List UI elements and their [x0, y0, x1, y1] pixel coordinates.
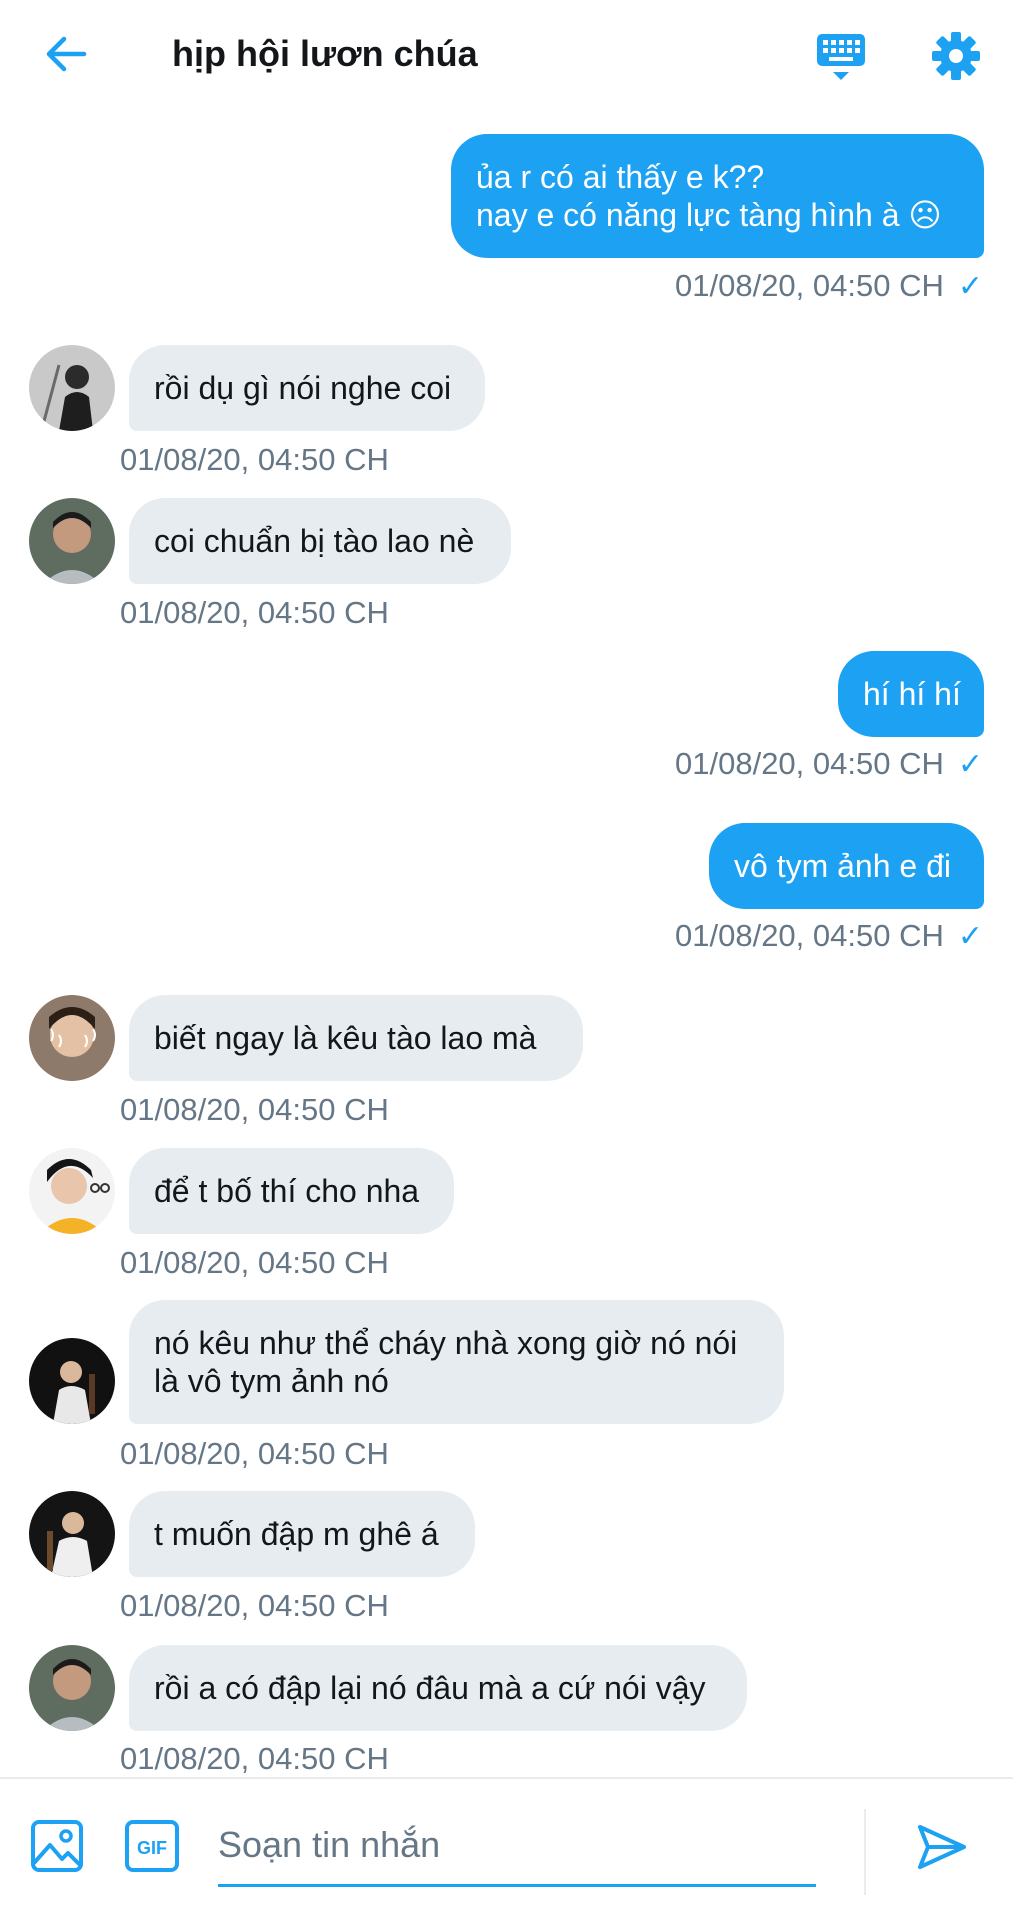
avatar-photo: [29, 498, 115, 584]
avatar[interactable]: [29, 1148, 115, 1234]
message-timestamp: 01/08/20, 04:50 CH ✓: [675, 918, 983, 953]
add-image-button[interactable]: [30, 1819, 84, 1873]
composer-divider: [864, 1809, 866, 1895]
avatar[interactable]: [29, 498, 115, 584]
outgoing-message-bubble[interactable]: ủa r có ai thấy e k?? nay e có năng lực …: [451, 134, 984, 258]
sent-check-icon: ✓: [957, 920, 983, 953]
message-text: ủa r có ai thấy e k?? nay e có năng lực …: [476, 159, 942, 233]
message-text: rồi a có đập lại nó đâu mà a cứ nói vậy: [154, 1670, 706, 1706]
dm-conversation-screen: hịp hội lươn chúa ủa r có ai thấy e k?? …: [0, 0, 1013, 1920]
sent-check-icon: ✓: [957, 270, 983, 303]
incoming-message-bubble[interactable]: t muốn đập m ghê á: [129, 1491, 475, 1577]
avatar[interactable]: [29, 1338, 115, 1424]
conversation-header: hịp hội lươn chúa: [0, 0, 1013, 110]
message-text: nó kêu như thể cháy nhà xong giờ nó nói …: [154, 1325, 738, 1399]
incoming-message-bubble[interactable]: coi chuẩn bị tào lao nè: [129, 498, 511, 584]
incoming-message-bubble[interactable]: nó kêu như thể cháy nhà xong giờ nó nói …: [129, 1300, 784, 1424]
message-input[interactable]: [218, 1805, 816, 1887]
image-icon: [31, 1820, 83, 1872]
send-icon: [918, 1825, 966, 1869]
avatar-photo: [29, 1491, 115, 1577]
sent-check-icon: ✓: [957, 748, 983, 781]
keyboard-toggle-button[interactable]: [812, 28, 870, 86]
avatar[interactable]: [29, 1491, 115, 1577]
message-text: coi chuẩn bị tào lao nè: [154, 523, 475, 559]
avatar-photo: [29, 995, 115, 1081]
incoming-message-bubble[interactable]: rồi a có đập lại nó đâu mà a cứ nói vậy: [129, 1645, 747, 1731]
conversation-title: hịp hội lươn chúa: [172, 33, 478, 74]
message-text: để t bố thí cho nha: [154, 1173, 420, 1209]
back-button[interactable]: [40, 28, 92, 80]
settings-button[interactable]: [928, 28, 984, 84]
outgoing-message-bubble[interactable]: hí hí hí: [838, 651, 984, 737]
keyboard-icon: [817, 34, 865, 80]
incoming-message-bubble[interactable]: để t bố thí cho nha: [129, 1148, 454, 1234]
message-timestamp: 01/08/20, 04:50 CH: [120, 1741, 389, 1776]
message-timestamp: 01/08/20, 04:50 CH: [120, 1245, 389, 1280]
avatar[interactable]: [29, 995, 115, 1081]
message-timestamp: 01/08/20, 04:50 CH: [120, 1092, 389, 1127]
avatar[interactable]: [29, 1645, 115, 1731]
incoming-message-bubble[interactable]: rồi dụ gì nói nghe coi: [129, 345, 485, 431]
message-timestamp: 01/08/20, 04:50 CH ✓: [675, 268, 983, 303]
avatar[interactable]: [29, 345, 115, 431]
gif-label: GIF: [137, 1838, 167, 1858]
message-timestamp: 01/08/20, 04:50 CH: [120, 1588, 389, 1623]
message-timestamp: 01/08/20, 04:50 CH: [120, 595, 389, 630]
message-timestamp: 01/08/20, 04:50 CH ✓: [675, 746, 983, 781]
gear-icon: [932, 32, 980, 80]
arrow-left-icon: [46, 36, 87, 72]
avatar-photo: [29, 1645, 115, 1731]
message-text: t muốn đập m ghê á: [154, 1516, 439, 1552]
message-text: biết ngay là kêu tào lao mà: [154, 1020, 537, 1056]
message-timestamp: 01/08/20, 04:50 CH: [120, 1436, 389, 1471]
add-gif-button[interactable]: GIF: [124, 1819, 180, 1873]
avatar-photo: [29, 1338, 115, 1424]
avatar-photo: [29, 345, 115, 431]
gif-icon: GIF: [125, 1820, 179, 1872]
message-text: vô tym ảnh e đi: [734, 848, 951, 884]
message-text: rồi dụ gì nói nghe coi: [154, 370, 452, 406]
message-composer: GIF: [0, 1777, 1013, 1920]
outgoing-message-bubble[interactable]: vô tym ảnh e đi: [709, 823, 984, 909]
message-text: hí hí hí: [863, 676, 961, 712]
send-button[interactable]: [914, 1819, 972, 1877]
incoming-message-bubble[interactable]: biết ngay là kêu tào lao mà: [129, 995, 583, 1081]
message-timestamp: 01/08/20, 04:50 CH: [120, 442, 389, 477]
avatar-photo: [29, 1148, 115, 1234]
